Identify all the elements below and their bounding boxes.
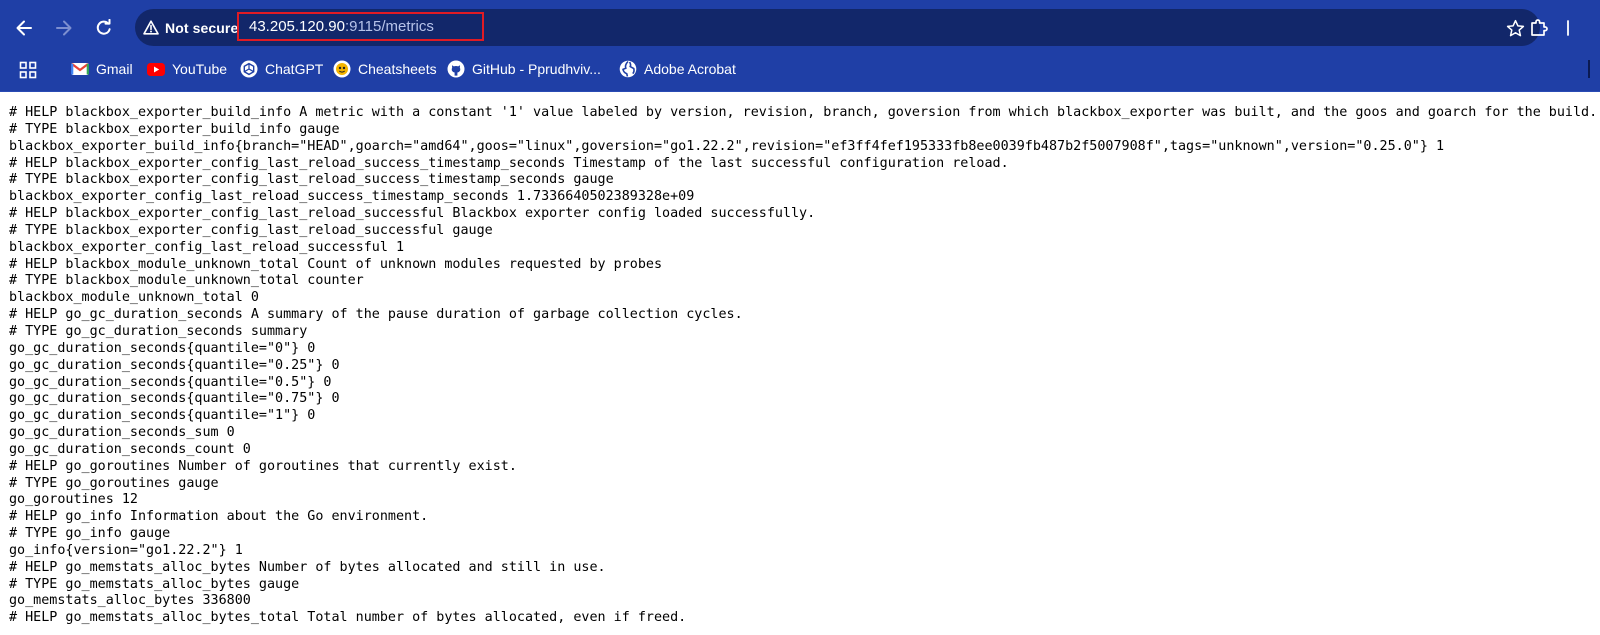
bookmark-gmail[interactable]: Gmail	[71, 57, 133, 81]
metric-value-line: blackbox_module_unknown_total 0	[9, 290, 259, 306]
star-icon	[1506, 19, 1524, 36]
metric-comment-line: # TYPE blackbox_exporter_config_last_rel…	[9, 172, 614, 188]
bookmarks-overflow-divider	[1588, 60, 1590, 78]
security-chip[interactable]: Not secure	[143, 14, 238, 41]
metric-comment-line: # HELP blackbox_exporter_config_last_rel…	[9, 206, 816, 222]
bookmarks-bar: Gmail YouTube ChatGPT Cheatsheets GitHub…	[0, 55, 1600, 83]
metric-value-line: go_info{version="go1.22.2"} 1	[9, 542, 243, 558]
metric-comment-line: # HELP blackbox_exporter_config_last_rel…	[9, 155, 1009, 171]
metric-comment-line: # TYPE go_info gauge	[9, 526, 171, 542]
profile-button[interactable]	[1566, 14, 1600, 42]
address-bar[interactable]: Not secure 43.205.120.90:9115/metrics	[135, 9, 1540, 46]
bookmark-label: ChatGPT	[265, 61, 324, 77]
url-path: :9115/metrics	[344, 18, 434, 35]
url-text[interactable]: 43.205.120.90:9115/metrics	[237, 12, 484, 41]
bookmark-github[interactable]: GitHub - Pprudhviv...	[447, 57, 601, 81]
warning-triangle-icon	[143, 20, 159, 35]
cheatsheets-icon	[333, 60, 351, 78]
metric-value-line: go_gc_duration_seconds_sum 0	[9, 425, 235, 441]
browser-toolbar: Not secure 43.205.120.90:9115/metrics	[0, 0, 1600, 55]
bookmark-adobe-acrobat[interactable]: Adobe Acrobat	[619, 57, 736, 81]
bookmark-cheatsheets[interactable]: Cheatsheets	[333, 57, 437, 81]
bookmark-label: Gmail	[96, 61, 133, 77]
metric-comment-line: # TYPE blackbox_module_unknown_total cou…	[9, 273, 364, 289]
arrow-right-icon	[56, 20, 72, 36]
metric-comment-line: # HELP go_memstats_alloc_bytes_total Tot…	[9, 610, 687, 626]
metric-value-line: blackbox_exporter_build_info{branch="HEA…	[9, 138, 1445, 154]
metric-comment-line: # HELP blackbox_exporter_build_info A me…	[9, 105, 1598, 120]
bookmark-star-button[interactable]	[1504, 17, 1526, 39]
extensions-button[interactable]	[1525, 14, 1553, 42]
metric-comment-line: # HELP go_info Information about the Go …	[9, 509, 429, 525]
profile-icon	[1567, 20, 1569, 36]
reload-icon	[96, 19, 111, 35]
metric-value-line: go_gc_duration_seconds{quantile="0.25"} …	[9, 357, 340, 373]
metric-value-line: go_memstats_alloc_bytes 336800	[9, 593, 251, 609]
metric-value-line: go_gc_duration_seconds{quantile="0"} 0	[9, 340, 316, 356]
metric-comment-line: # HELP go_gc_duration_seconds A summary …	[9, 307, 743, 323]
metric-value-line: blackbox_exporter_config_last_reload_suc…	[9, 189, 695, 205]
bookmark-label: GitHub - Pprudhviv...	[472, 61, 601, 77]
url-host: 43.205.120.90	[249, 18, 345, 35]
metrics-text: # HELP blackbox_exporter_build_info A me…	[9, 105, 1600, 627]
apps-grid-icon	[19, 61, 37, 79]
bookmark-youtube[interactable]: YouTube	[147, 57, 227, 81]
browser-chrome: Not secure 43.205.120.90:9115/metrics G…	[0, 0, 1600, 92]
security-label: Not secure	[165, 19, 239, 36]
metric-comment-line: # HELP go_memstats_alloc_bytes Number of…	[9, 559, 606, 575]
metric-comment-line: # TYPE blackbox_exporter_build_info gaug…	[9, 121, 340, 137]
metric-comment-line: # TYPE blackbox_exporter_config_last_rel…	[9, 222, 493, 238]
page-content: # HELP blackbox_exporter_build_info A me…	[9, 105, 1600, 635]
arrow-left-icon	[16, 20, 32, 36]
back-button[interactable]	[8, 12, 40, 44]
metric-comment-line: # HELP blackbox_module_unknown_total Cou…	[9, 256, 663, 272]
gmail-icon	[71, 60, 89, 78]
metric-comment-line: # TYPE go_memstats_alloc_bytes gauge	[9, 576, 300, 592]
metric-value-line: go_gc_duration_seconds{quantile="0.5"} 0	[9, 374, 332, 390]
metric-value-line: go_gc_duration_seconds_count 0	[9, 441, 251, 457]
bookmark-label: YouTube	[172, 61, 228, 77]
metric-comment-line: # TYPE go_gc_duration_seconds summary	[9, 323, 308, 339]
bookmark-label: Adobe Acrobat	[644, 61, 736, 77]
metric-value-line: go_gc_duration_seconds{quantile="1"} 0	[9, 408, 316, 424]
forward-button[interactable]	[48, 12, 80, 44]
globe-icon	[619, 60, 637, 78]
apps-button[interactable]	[17, 59, 39, 81]
metric-value-line: go_goroutines 12	[9, 492, 138, 508]
metric-value-line: blackbox_exporter_config_last_reload_suc…	[9, 239, 405, 255]
reload-button[interactable]	[88, 12, 120, 44]
chatgpt-icon	[240, 60, 258, 78]
metric-comment-line: # TYPE go_goroutines gauge	[9, 475, 219, 491]
metric-comment-line: # HELP go_goroutines Number of goroutine…	[9, 458, 517, 474]
youtube-icon	[147, 60, 165, 78]
github-icon	[447, 60, 465, 78]
bookmark-label: Cheatsheets	[358, 61, 437, 77]
puzzle-icon	[1531, 19, 1548, 36]
metric-value-line: go_gc_duration_seconds{quantile="0.75"} …	[9, 391, 340, 407]
bookmark-chatgpt[interactable]: ChatGPT	[240, 57, 323, 81]
